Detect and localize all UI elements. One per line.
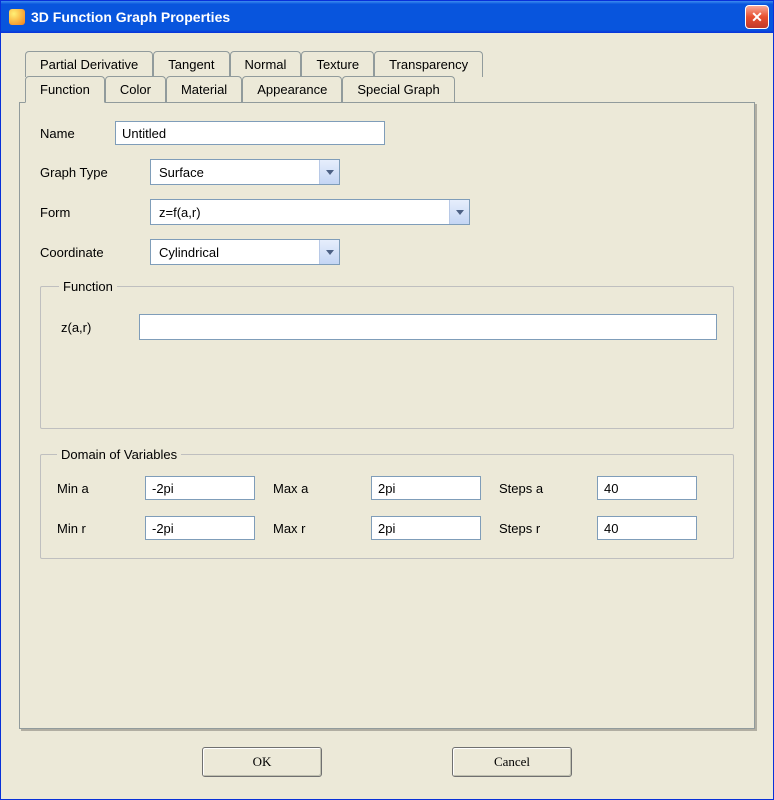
tab-color[interactable]: Color <box>105 76 166 102</box>
label-min-a: Min a <box>57 481 127 496</box>
chevron-down-icon <box>319 160 339 184</box>
graph-type-select[interactable]: Surface <box>150 159 340 185</box>
tab-strip: Partial Derivative Tangent Normal Textur… <box>19 51 755 102</box>
row-form: Form z=f(a,r) <box>40 199 734 225</box>
steps-a-input[interactable] <box>597 476 697 500</box>
cancel-button[interactable]: Cancel <box>452 747 572 777</box>
label-max-r: Max r <box>273 521 353 536</box>
coordinate-select[interactable]: Cylindrical <box>150 239 340 265</box>
ok-button[interactable]: OK <box>202 747 322 777</box>
tab-tangent[interactable]: Tangent <box>153 51 229 77</box>
tab-texture[interactable]: Texture <box>301 51 374 77</box>
tab-special-graph[interactable]: Special Graph <box>342 76 454 102</box>
close-icon: ✕ <box>751 9 763 26</box>
tab-partial-derivative[interactable]: Partial Derivative <box>25 51 153 77</box>
label-steps-a: Steps a <box>499 481 579 496</box>
label-name: Name <box>40 126 115 141</box>
dialog-window: 3D Function Graph Properties ✕ Partial D… <box>0 0 774 800</box>
content-area: Partial Derivative Tangent Normal Textur… <box>1 33 773 799</box>
label-z: z(a,r) <box>57 320 127 335</box>
coordinate-value: Cylindrical <box>151 245 319 260</box>
label-min-r: Min r <box>57 521 127 536</box>
domain-group-legend: Domain of Variables <box>57 447 181 462</box>
min-r-input[interactable] <box>145 516 255 540</box>
domain-grid: Min a Max a Steps a Min r Max r Steps r <box>57 476 717 540</box>
tab-appearance[interactable]: Appearance <box>242 76 342 102</box>
function-group: Function z(a,r) <box>40 279 734 429</box>
tab-normal[interactable]: Normal <box>230 51 302 77</box>
graph-type-value: Surface <box>151 165 319 180</box>
row-z-expr: z(a,r) <box>57 314 717 340</box>
form-select[interactable]: z=f(a,r) <box>150 199 470 225</box>
chevron-down-icon <box>449 200 469 224</box>
row-graph-type: Graph Type Surface <box>40 159 734 185</box>
row-name: Name <box>40 121 734 145</box>
label-coordinate: Coordinate <box>40 245 150 260</box>
min-a-input[interactable] <box>145 476 255 500</box>
name-input[interactable] <box>115 121 385 145</box>
steps-r-input[interactable] <box>597 516 697 540</box>
tab-function[interactable]: Function <box>25 76 105 103</box>
max-a-input[interactable] <box>371 476 481 500</box>
label-steps-r: Steps r <box>499 521 579 536</box>
form-value: z=f(a,r) <box>151 205 449 220</box>
window-title: 3D Function Graph Properties <box>31 9 745 25</box>
z-expression-input[interactable] <box>139 314 717 340</box>
tab-transparency[interactable]: Transparency <box>374 51 483 77</box>
tab-row-back: Partial Derivative Tangent Normal Textur… <box>19 51 755 77</box>
tab-material[interactable]: Material <box>166 76 242 102</box>
dialog-buttons: OK Cancel <box>19 729 755 787</box>
titlebar: 3D Function Graph Properties ✕ <box>1 1 773 33</box>
max-r-input[interactable] <box>371 516 481 540</box>
row-coordinate: Coordinate Cylindrical <box>40 239 734 265</box>
domain-group: Domain of Variables Min a Max a Steps a … <box>40 447 734 559</box>
label-form: Form <box>40 205 150 220</box>
app-icon <box>9 9 25 25</box>
function-group-legend: Function <box>59 279 117 294</box>
chevron-down-icon <box>319 240 339 264</box>
close-button[interactable]: ✕ <box>745 5 769 29</box>
tab-panel-function: Name Graph Type Surface Form z=f(a,r) Co… <box>19 102 755 729</box>
label-graph-type: Graph Type <box>40 165 150 180</box>
tab-row-front: Function Color Material Appearance Speci… <box>19 76 755 102</box>
label-max-a: Max a <box>273 481 353 496</box>
